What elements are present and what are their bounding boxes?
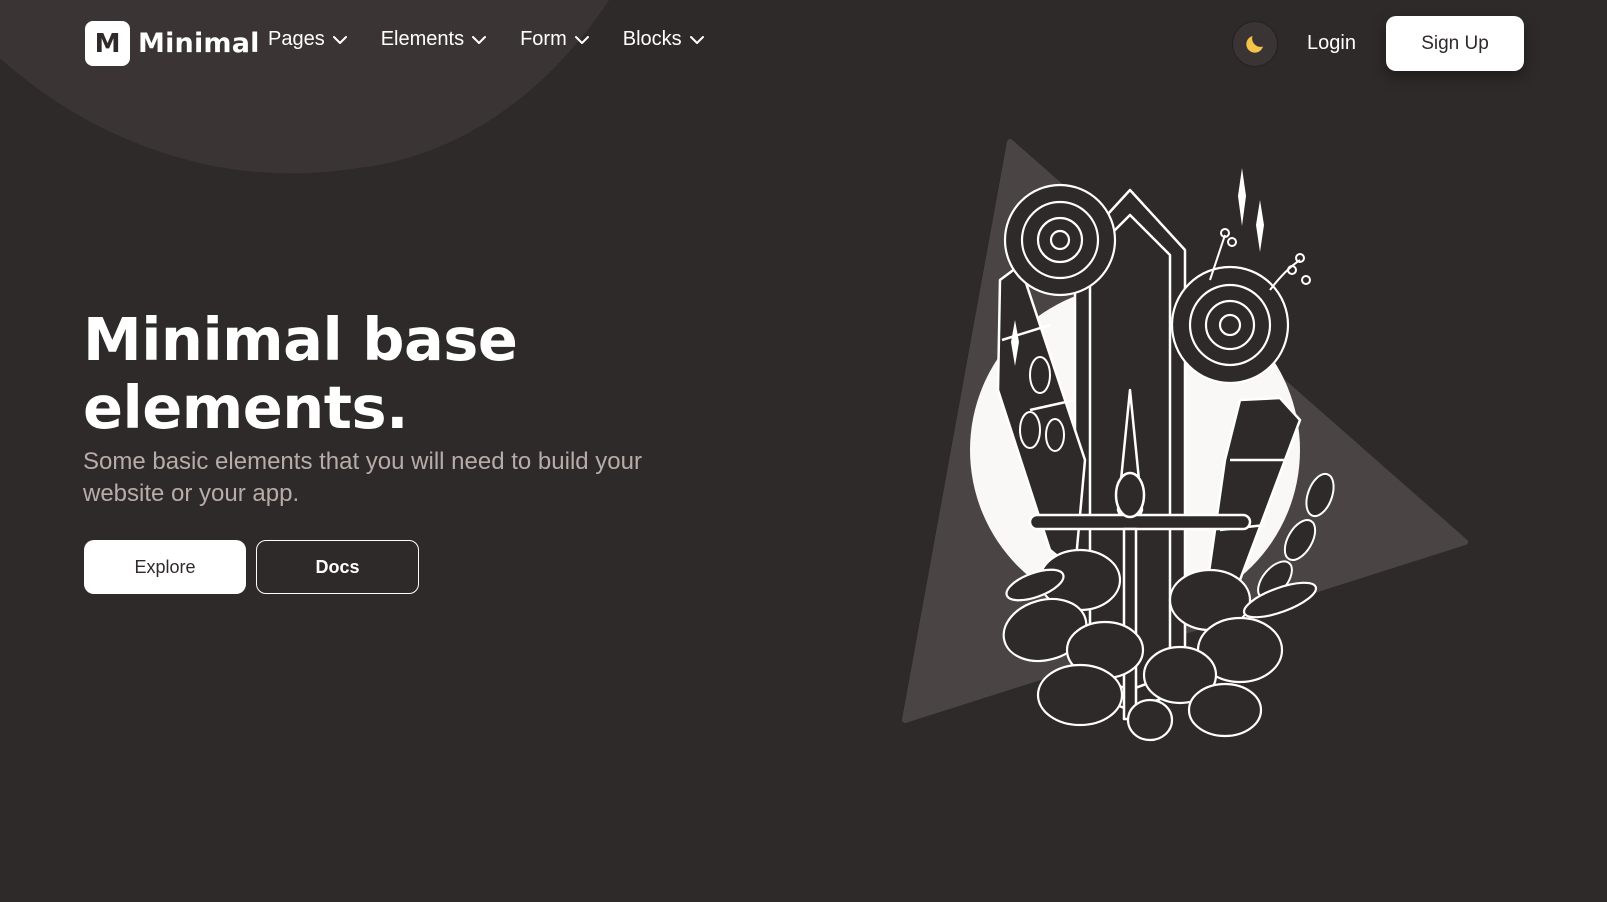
theme-toggle-button[interactable] [1232, 21, 1278, 67]
chevron-down-icon [574, 35, 589, 44]
logo-mark: M [85, 21, 130, 66]
moon-icon [1246, 36, 1263, 53]
nav-item-blocks[interactable]: Blocks [623, 28, 704, 51]
brand-logo[interactable]: M Minimal [85, 21, 260, 66]
top-navbar: M Minimal Pages Elements Form Blocks Log… [0, 0, 1607, 88]
hero-subtitle: Some basic elements that you will need t… [83, 448, 642, 507]
nav-item-label: Form [520, 28, 567, 50]
nav-item-label: Pages [268, 28, 325, 50]
brand-name: Minimal [138, 28, 260, 59]
nav-item-elements[interactable]: Elements [380, 28, 487, 51]
login-link[interactable]: Login [1307, 32, 1356, 55]
nav-item-label: Elements [380, 28, 465, 50]
main-nav: Pages Elements Form Blocks [268, 28, 738, 51]
nav-item-pages[interactable]: Pages [268, 28, 347, 51]
explore-button[interactable]: Explore [84, 540, 246, 594]
docs-button[interactable]: Docs [256, 540, 419, 594]
nav-item-form[interactable]: Form [520, 28, 589, 51]
signup-button[interactable]: Sign Up [1386, 16, 1524, 71]
nav-item-label: Blocks [622, 28, 682, 50]
hero-title: Minimal base elements. [83, 305, 518, 442]
crystal-flowers-illustration [902, 139, 1468, 742]
chevron-down-icon [472, 35, 487, 44]
chevron-down-icon [332, 35, 347, 44]
chevron-down-icon [689, 35, 704, 44]
